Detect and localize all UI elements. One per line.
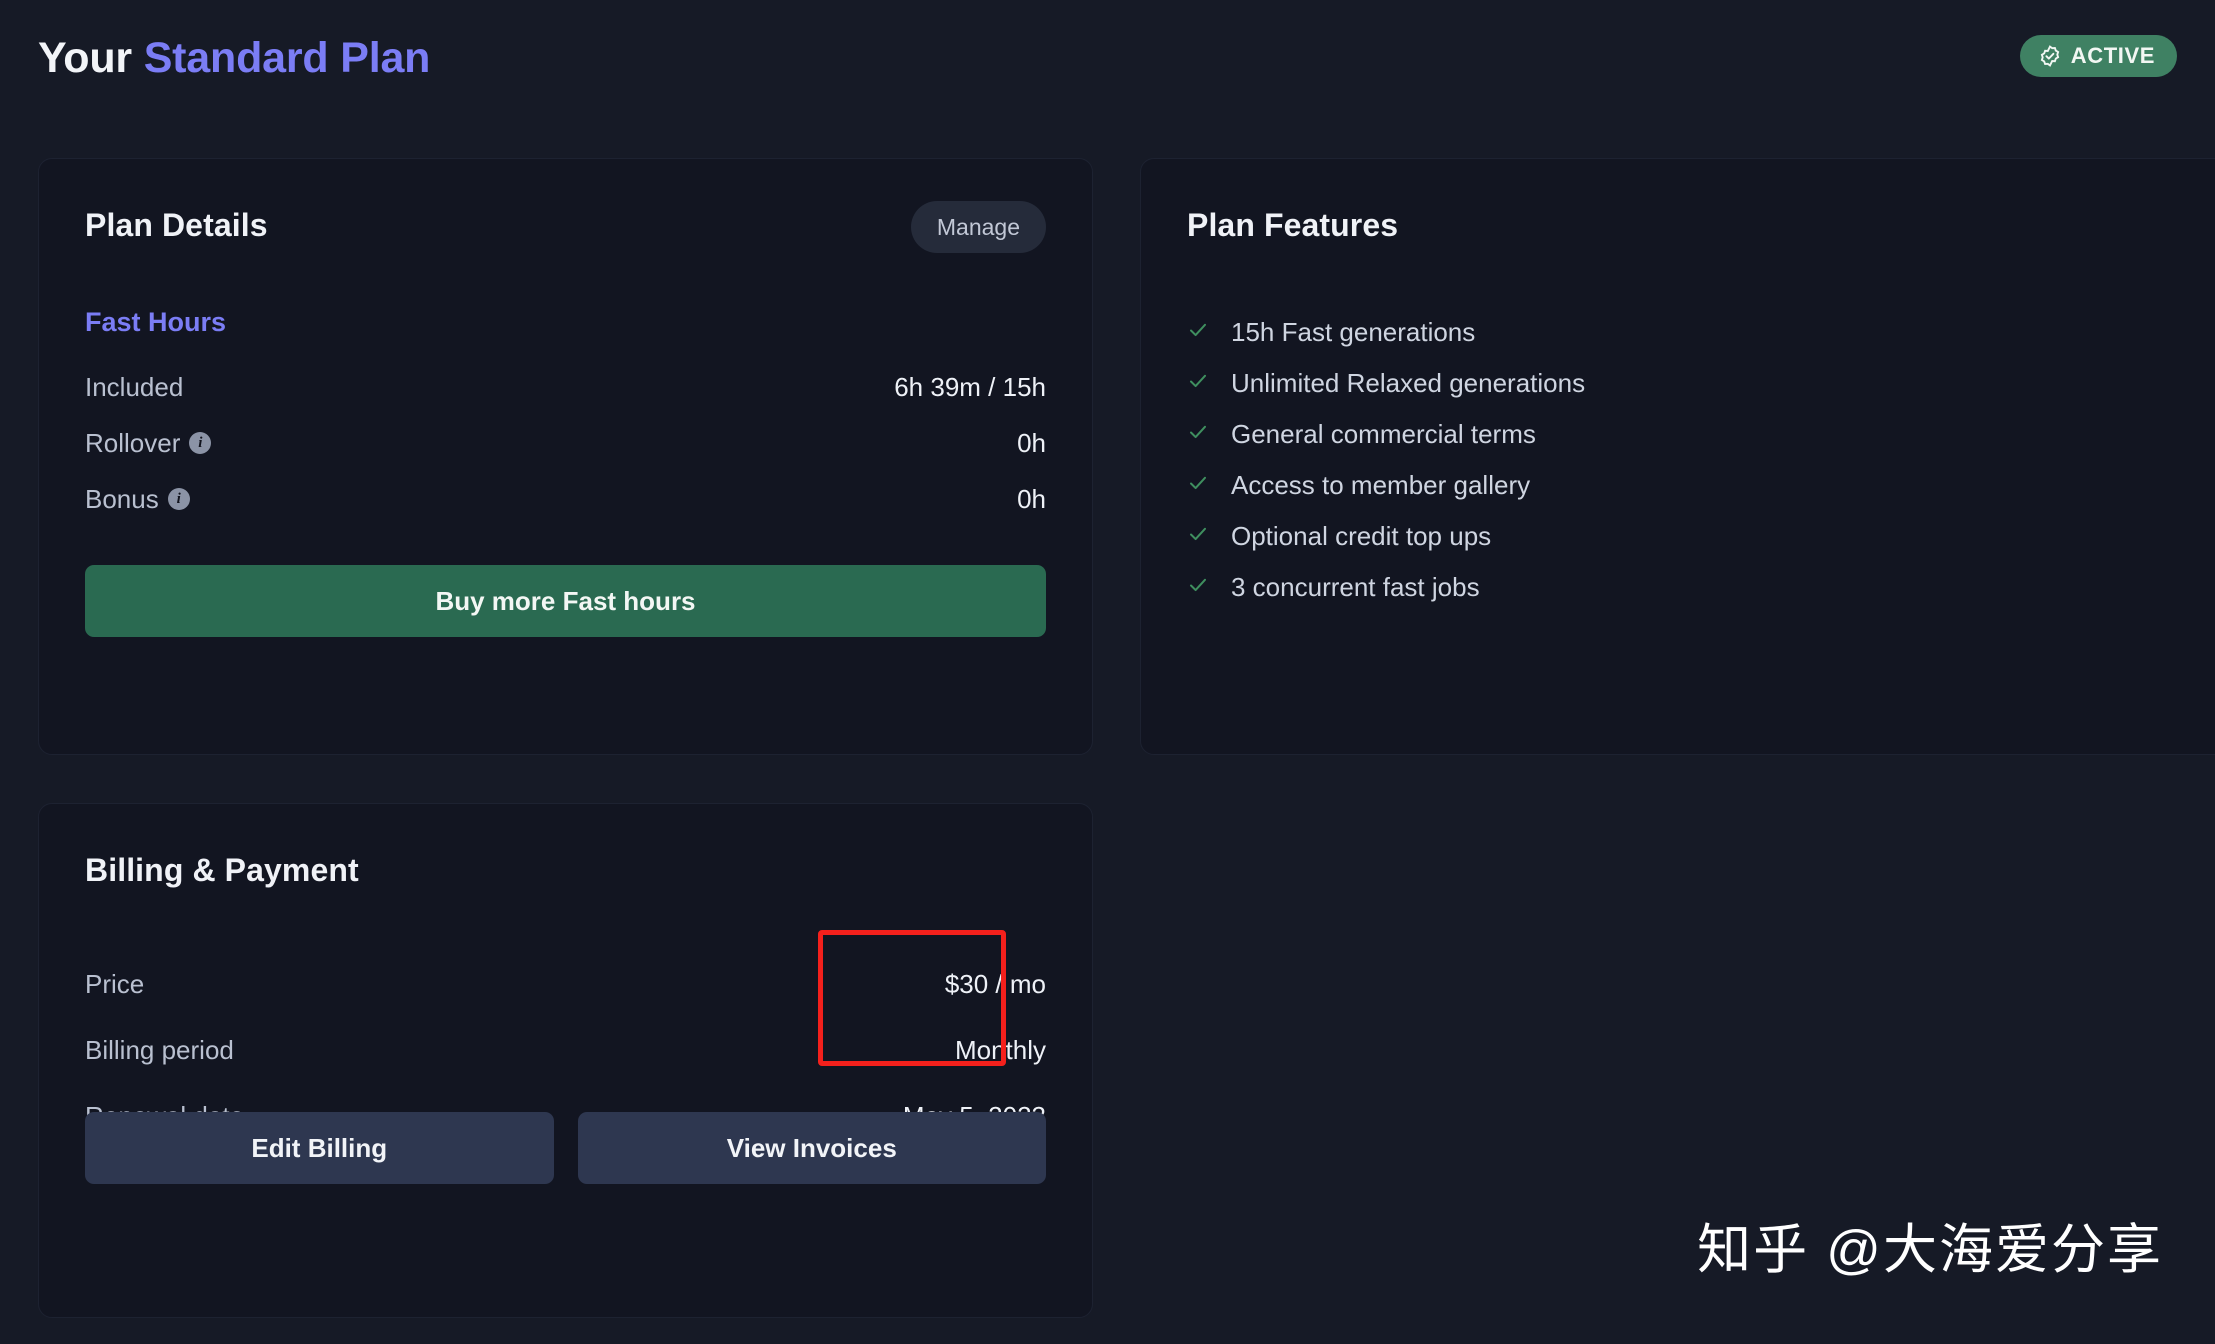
check-icon bbox=[1187, 319, 1209, 346]
view-invoices-button[interactable]: View Invoices bbox=[577, 1112, 1046, 1184]
plan-features-title: Plan Features bbox=[1187, 207, 1399, 243]
table-row: Bonus i 0h bbox=[85, 471, 1046, 527]
info-icon[interactable]: i bbox=[167, 488, 190, 510]
row-value: 6h 39m / 15h bbox=[894, 371, 1046, 402]
list-item: Unlimited Relaxed generations bbox=[1187, 358, 2208, 409]
list-item: Access to member gallery bbox=[1187, 460, 2208, 511]
check-icon bbox=[1187, 574, 1209, 601]
row-label: Rollover i bbox=[85, 427, 212, 459]
feature-label: Optional credit top ups bbox=[1231, 521, 1492, 551]
list-item: 15h Fast generations bbox=[1187, 307, 2208, 358]
status-badge: ACTIVE bbox=[2019, 35, 2177, 77]
billing-payment-card: Billing & Payment Price $30 / mo Billing… bbox=[38, 803, 1093, 1318]
edit-billing-button[interactable]: Edit Billing bbox=[85, 1112, 554, 1184]
status-badge-label: ACTIVE bbox=[2070, 43, 2155, 68]
watermark: 知乎 @大海爱分享 bbox=[1697, 1220, 2163, 1280]
list-item: General commercial terms bbox=[1187, 409, 2208, 460]
billing-payment-title: Billing & Payment bbox=[85, 852, 359, 888]
row-label: Price bbox=[85, 968, 145, 999]
info-icon[interactable]: i bbox=[189, 432, 212, 454]
table-row: Rollover i 0h bbox=[85, 415, 1046, 471]
page-title: Your Standard Plan bbox=[38, 28, 2177, 88]
plan-details-rows: Included 6h 39m / 15h Rollover i 0h Bonu… bbox=[85, 359, 1046, 527]
check-icon bbox=[1187, 472, 1209, 499]
feature-label: Access to member gallery bbox=[1231, 470, 1531, 500]
row-value: Monthly bbox=[954, 1034, 1046, 1065]
feature-label: Unlimited Relaxed generations bbox=[1231, 368, 1586, 398]
feature-label: General commercial terms bbox=[1231, 419, 1536, 449]
table-row: Included 6h 39m / 15h bbox=[85, 359, 1046, 415]
subscription-plan-page: Your Standard Plan ACTIVE Plan Details M… bbox=[0, 0, 2215, 1344]
page-title-accent: Standard Plan bbox=[143, 34, 431, 82]
row-label: Billing period bbox=[85, 1034, 234, 1065]
row-value: 0h bbox=[1017, 483, 1046, 514]
buy-more-fast-hours-button[interactable]: Buy more Fast hours bbox=[85, 565, 1046, 637]
plan-features-list: 15h Fast generations Unlimited Relaxed g… bbox=[1187, 307, 2208, 613]
row-label: Included bbox=[85, 372, 183, 403]
plan-features-card: Plan Features 15h Fast generations Unlim… bbox=[1140, 158, 2215, 755]
table-row: Price $30 / mo bbox=[85, 964, 1046, 1004]
check-icon bbox=[1187, 421, 1209, 448]
list-item: 3 concurrent fast jobs bbox=[1187, 562, 2208, 613]
check-icon bbox=[1187, 523, 1209, 550]
feature-label: 15h Fast generations bbox=[1231, 317, 1476, 347]
page-header: Your Standard Plan ACTIVE bbox=[38, 28, 2177, 88]
table-row: Billing period Monthly bbox=[85, 1030, 1046, 1070]
row-value: $30 / mo bbox=[944, 968, 1046, 999]
row-label-text: Included bbox=[85, 371, 184, 402]
plan-details-title: Plan Details bbox=[85, 207, 268, 243]
row-label: Bonus i bbox=[85, 484, 190, 515]
row-label-text: Bonus bbox=[85, 483, 159, 514]
verified-check-badge-icon bbox=[2038, 44, 2062, 68]
billing-actions: Edit Billing View Invoices bbox=[85, 1112, 1046, 1184]
fast-hours-subheading: Fast Hours bbox=[85, 307, 227, 337]
feature-label: 3 concurrent fast jobs bbox=[1231, 572, 1480, 602]
plan-details-card: Plan Details Manage Fast Hours Included … bbox=[38, 158, 1093, 755]
check-icon bbox=[1187, 370, 1209, 397]
list-item: Optional credit top ups bbox=[1187, 511, 2208, 562]
row-label-text: Rollover bbox=[85, 427, 181, 458]
page-title-prefix: Your bbox=[38, 34, 144, 82]
row-value: 0h bbox=[1017, 427, 1046, 458]
manage-button[interactable]: Manage bbox=[910, 201, 1046, 253]
